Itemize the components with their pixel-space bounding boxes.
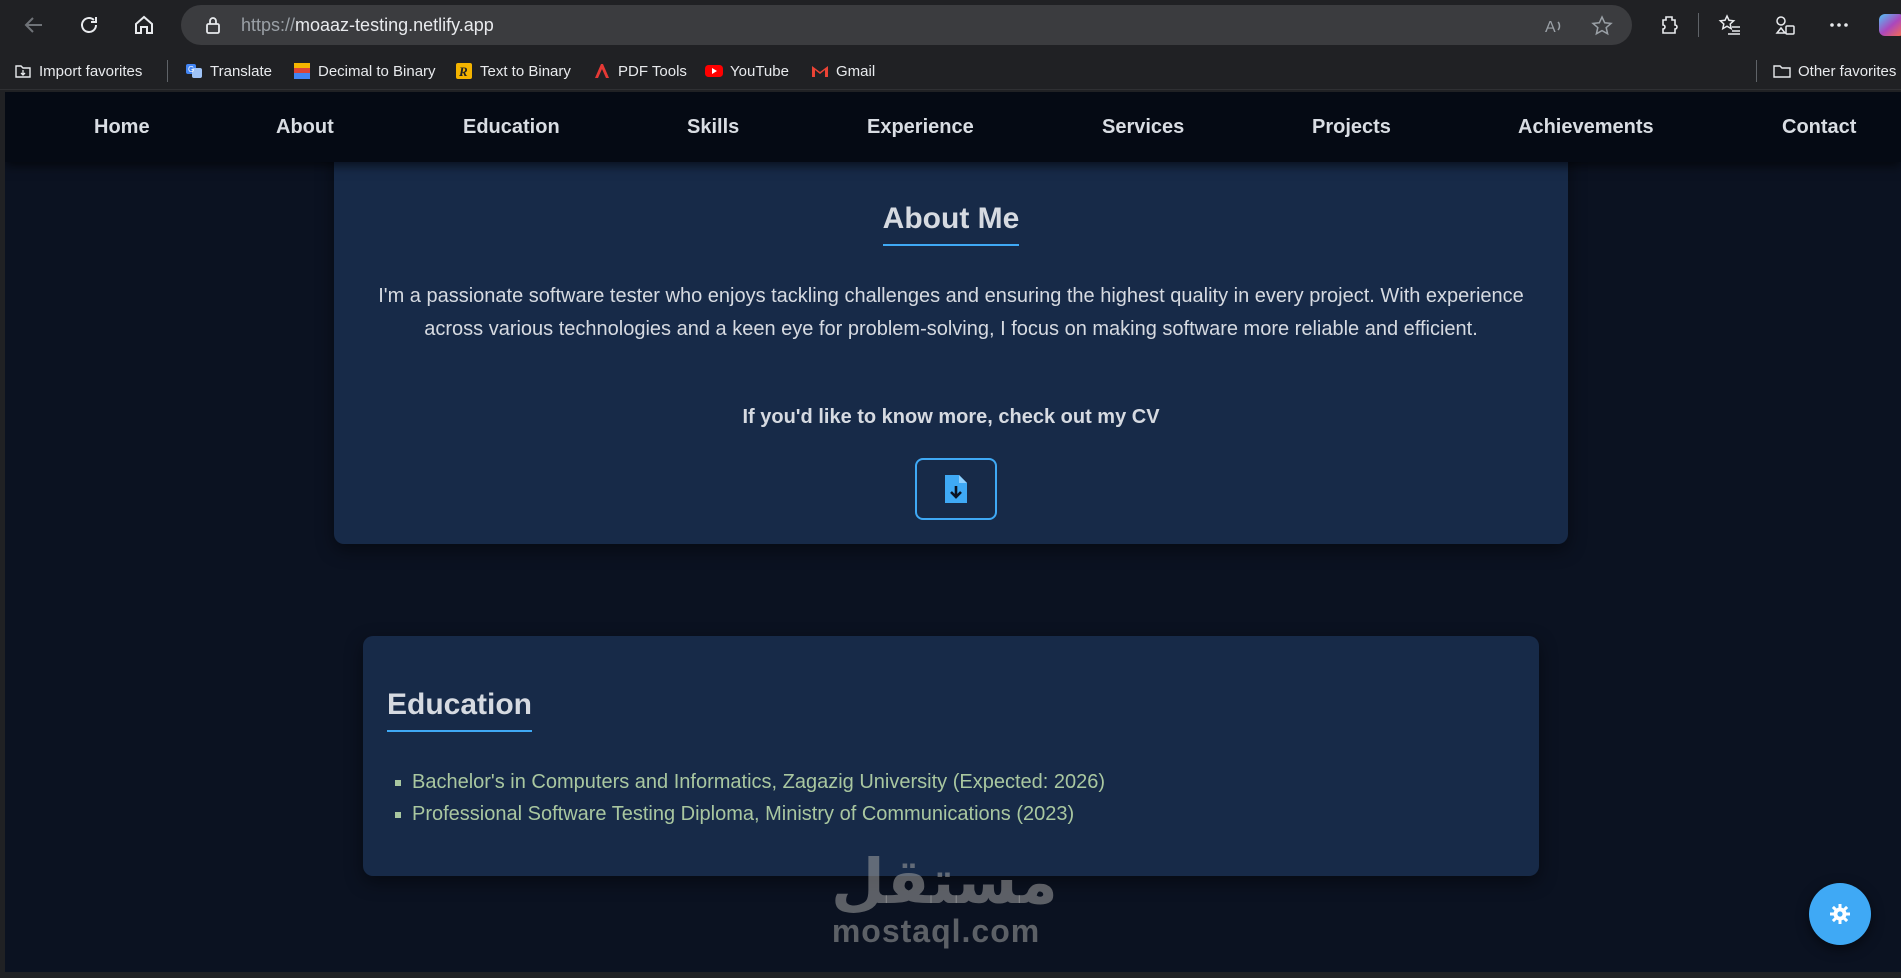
back-button[interactable] [17, 8, 51, 42]
education-list: Bachelor's in Computers and Informatics,… [387, 766, 1105, 830]
download-cv-button[interactable] [915, 458, 997, 520]
folder-icon [1773, 65, 1791, 78]
nav-link-projects[interactable]: Projects [1312, 116, 1391, 139]
more-dots-icon [1830, 23, 1848, 27]
bookmark-decimal-to-binary[interactable]: Decimal to Binary [293, 60, 436, 82]
decimal-icon [294, 63, 310, 79]
nav-link-skills[interactable]: Skills [687, 116, 739, 139]
bookmark-label: PDF Tools [618, 62, 687, 80]
bookmark-label: Import favorites [39, 62, 143, 80]
education-heading: Education [387, 688, 533, 732]
favorites-list-icon [1718, 14, 1740, 35]
read-aloud-icon[interactable]: A [1543, 15, 1565, 37]
gear-icon [1830, 904, 1850, 924]
bookmark-youtube[interactable]: YouTube [705, 60, 789, 82]
nav-link-experience[interactable]: Experience [867, 116, 974, 139]
toolbar-divider [1698, 13, 1699, 37]
bookmarks-bar: Import favorites G Translate Decimal to … [0, 50, 1901, 90]
browser-toolbar: https://moaaz-testing.netlify.app A [0, 0, 1901, 50]
home-button[interactable] [127, 8, 161, 42]
svg-text:A: A [1545, 19, 1556, 36]
education-heading-wrap: Education [387, 688, 533, 732]
puzzle-icon [1662, 16, 1678, 34]
favorite-star-icon[interactable] [1591, 15, 1613, 37]
gmail-icon [812, 66, 828, 77]
more-menu-button[interactable] [1826, 12, 1852, 38]
refresh-icon [81, 17, 97, 33]
nav-link-education[interactable]: Education [463, 116, 560, 139]
nav-link-contact[interactable]: Contact [1782, 116, 1856, 139]
nav-link-services[interactable]: Services [1102, 116, 1184, 139]
youtube-icon [705, 65, 723, 77]
nav-link-achievements[interactable]: Achievements [1518, 116, 1654, 139]
bookmark-other-favorites[interactable]: Other favorites [1773, 60, 1896, 82]
bookmark-divider [1756, 60, 1757, 82]
site-navbar: Home About Education Skills Experience S… [5, 92, 1901, 162]
bookmark-label: Other favorites [1798, 62, 1897, 80]
nav-link-home[interactable]: Home [94, 116, 150, 139]
bookmark-divider [167, 60, 168, 82]
svg-text:R: R [458, 64, 468, 79]
page-viewport: Home About Education Skills Experience S… [5, 92, 1901, 972]
about-heading: About Me [882, 202, 1020, 246]
text-binary-icon: R [456, 63, 472, 79]
file-download-icon [945, 475, 967, 503]
bookmark-label: Decimal to Binary [318, 62, 436, 80]
bookmark-translate[interactable]: G Translate [185, 60, 272, 82]
nav-link-about[interactable]: About [276, 116, 334, 139]
lock-icon [206, 17, 220, 34]
bookmark-text-to-binary[interactable]: R Text to Binary [455, 60, 571, 82]
back-arrow-icon [24, 17, 42, 33]
education-item: Bachelor's in Computers and Informatics,… [387, 766, 1105, 798]
home-icon [135, 15, 153, 34]
import-icon [15, 65, 31, 78]
copilot-icon[interactable] [1877, 10, 1901, 40]
extensions-button[interactable] [1656, 12, 1682, 38]
favorites-button[interactable] [1717, 12, 1743, 38]
watermark-latin: mostaql.com [831, 913, 1041, 949]
bookmark-label: YouTube [730, 62, 789, 80]
mostaql-watermark: مستقل mostaql.com [831, 845, 1058, 949]
watermark-arabic: مستقل [831, 845, 1058, 918]
bookmark-label: Gmail [836, 62, 876, 80]
address-bar[interactable]: https://moaaz-testing.netlify.app A [181, 5, 1632, 45]
cv-prompt: If you'd like to know more, check out my… [742, 406, 1160, 428]
bookmark-label: Translate [210, 62, 272, 80]
translate-icon: G [186, 64, 202, 78]
bookmark-label: Text to Binary [480, 62, 571, 80]
education-section: Education Bachelor's in Computers and In… [363, 636, 1539, 876]
collections-button[interactable] [1772, 12, 1798, 38]
pdf-icon [595, 64, 609, 78]
url-text[interactable]: https://moaaz-testing.netlify.app [241, 15, 494, 36]
refresh-button[interactable] [72, 8, 106, 42]
bookmark-import-favorites[interactable]: Import favorites [14, 60, 142, 82]
collections-icon [1775, 16, 1795, 35]
settings-button[interactable] [1809, 883, 1871, 945]
education-item: Professional Software Testing Diploma, M… [387, 798, 1105, 830]
bookmark-pdf-tools[interactable]: PDF Tools [593, 60, 687, 82]
about-description: I'm a passionate software tester who enj… [378, 285, 1524, 340]
bookmark-gmail[interactable]: Gmail [811, 60, 875, 82]
about-heading-wrap: About Me [334, 202, 1568, 246]
svg-text:G: G [188, 65, 194, 74]
